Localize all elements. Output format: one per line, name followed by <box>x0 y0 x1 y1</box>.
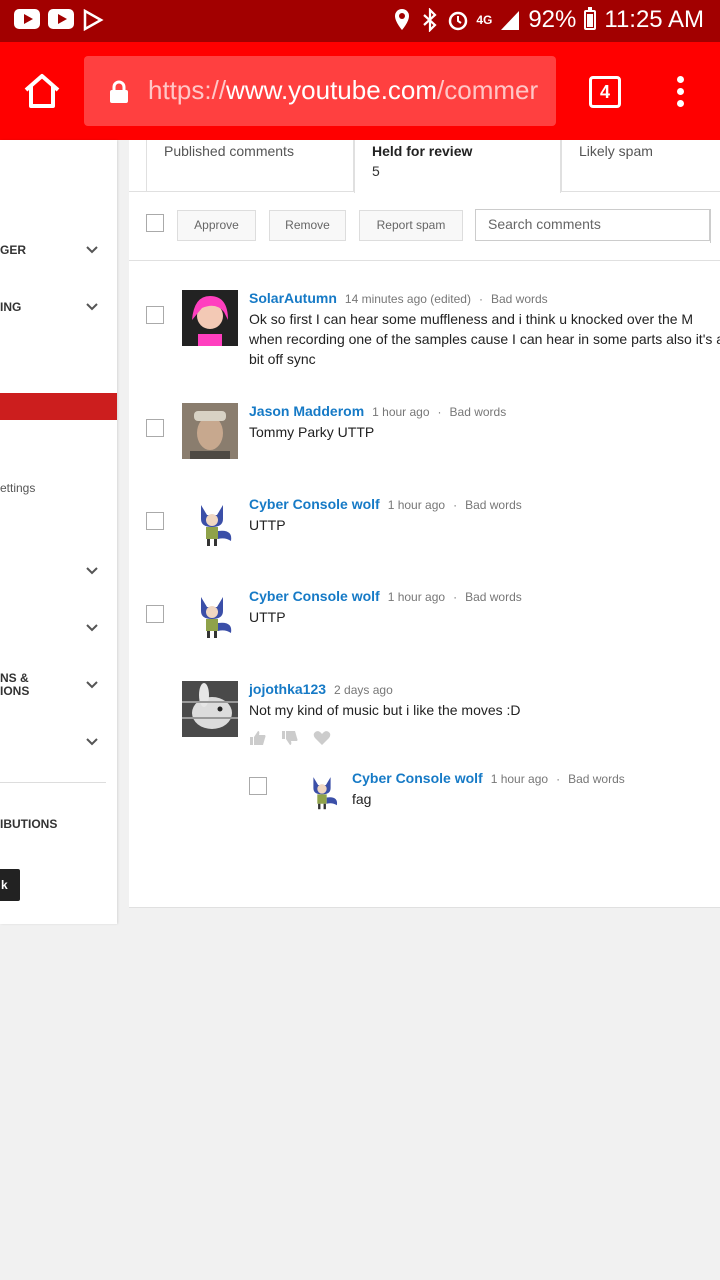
approve-button[interactable]: Approve <box>177 210 256 241</box>
chevron-down-icon[interactable] <box>86 303 98 311</box>
youtube-notification-icon <box>48 9 74 29</box>
comment-flag: Bad words <box>568 772 625 786</box>
play-store-icon <box>83 9 104 31</box>
location-icon <box>395 9 410 30</box>
network-type: 4G <box>476 13 493 27</box>
comment-author[interactable]: Jason Madderom <box>249 403 364 419</box>
bluetooth-icon <box>423 8 437 32</box>
comment-checkbox[interactable] <box>146 419 164 437</box>
comment-checkbox[interactable] <box>249 777 267 795</box>
comment-checkbox[interactable] <box>146 605 164 623</box>
comment-text: Ok so first I can hear some muffleness a… <box>249 311 720 367</box>
home-icon[interactable] <box>22 72 62 112</box>
chevron-down-icon[interactable] <box>86 567 98 575</box>
comment-flag: Bad words <box>465 498 522 512</box>
comment-author[interactable]: Cyber Console wolf <box>249 496 380 512</box>
comment-author[interactable]: jojothka123 <box>249 681 326 697</box>
sidebar-item-ns[interactable]: NS & <box>0 671 29 685</box>
comment-text: UTTP <box>249 517 286 533</box>
youtube-notification-icon <box>14 9 40 29</box>
avatar[interactable] <box>182 681 238 737</box>
comment-flag: Bad words <box>490 292 548 306</box>
avatar[interactable] <box>304 774 340 810</box>
sidebar-item-settings[interactable]: ettings <box>0 481 35 495</box>
comment-text: UTTP <box>249 609 286 625</box>
comment-checkbox[interactable] <box>146 512 164 530</box>
comment-time[interactable]: 1 hour ago <box>491 772 548 786</box>
bulk-actions-bar: Approve Remove Report spam Search commen… <box>129 192 720 261</box>
battery-percent: 92% <box>528 6 577 33</box>
clock: 11:25 AM <box>604 6 704 33</box>
comment-time[interactable]: 2 days ago <box>334 683 393 697</box>
avatar[interactable] <box>182 403 238 459</box>
tab-likely-spam[interactable]: Likely spam <box>561 140 720 192</box>
thumbs-up-icon[interactable] <box>249 730 267 746</box>
sidebar-feedback-button[interactable]: k <box>0 869 20 901</box>
sidebar-item-ger[interactable]: GER <box>0 243 26 257</box>
overflow-menu-icon[interactable] <box>674 76 686 110</box>
sidebar-item-ions[interactable]: IONS <box>0 684 29 698</box>
chevron-down-icon[interactable] <box>86 681 98 689</box>
remove-button[interactable]: Remove <box>269 210 346 241</box>
comment-flag: Bad words <box>449 405 507 419</box>
url-text: https://www.youtube.com/commer <box>148 75 539 105</box>
status-bar: 4G 92% 11:25 AM <box>0 0 720 42</box>
alarm-icon <box>449 11 468 31</box>
comment-reactions <box>249 730 521 746</box>
comment-flag: Bad words <box>465 590 522 604</box>
tab-switcher-button[interactable]: 4 <box>589 76 621 108</box>
comment-text: Tommy Parky UTTP <box>249 424 375 440</box>
select-all-checkbox[interactable] <box>146 214 164 232</box>
report-spam-button[interactable]: Report spam <box>359 210 463 241</box>
comment-text: fag <box>352 791 372 807</box>
sidebar-item-contributions[interactable]: IBUTIONS <box>0 817 57 831</box>
chevron-down-icon[interactable] <box>86 624 98 632</box>
comment-author[interactable]: SolarAutumn <box>249 290 337 306</box>
comment-author[interactable]: Cyber Console wolf <box>352 770 483 786</box>
comment-text: Not my kind of music but i like the move… <box>249 702 521 718</box>
battery-icon <box>584 7 597 30</box>
comment-time[interactable]: 1 hour ago <box>388 590 445 604</box>
sidebar-item-ing[interactable]: ING <box>0 300 21 314</box>
chevron-down-icon[interactable] <box>86 246 98 254</box>
browser-toolbar: https://www.youtube.com/commer 4 <box>0 42 720 140</box>
sidebar-divider <box>0 782 106 783</box>
avatar[interactable] <box>189 501 235 547</box>
sidebar-item-active[interactable] <box>0 393 117 420</box>
avatar[interactable] <box>182 290 238 346</box>
address-bar[interactable]: https://www.youtube.com/commer <box>84 56 556 126</box>
comments-panel: Published comments Held for review 5 Like… <box>129 140 720 908</box>
chevron-down-icon[interactable] <box>86 738 98 746</box>
comment-tabs: Published comments Held for review 5 Like… <box>129 140 720 193</box>
tab-published-comments[interactable]: Published comments <box>146 140 354 192</box>
held-count: 5 <box>372 163 380 179</box>
sidebar: GER ING ettings NS & IONS IBUTIONS k <box>0 140 117 924</box>
comment-checkbox[interactable] <box>146 306 164 324</box>
avatar[interactable] <box>189 593 235 639</box>
search-button[interactable] <box>710 209 713 243</box>
comment-author[interactable]: Cyber Console wolf <box>249 588 380 604</box>
lock-icon <box>110 80 128 103</box>
signal-icon <box>501 11 520 30</box>
thumbs-down-icon[interactable] <box>281 730 299 746</box>
comment-time[interactable]: 1 hour ago <box>388 498 445 512</box>
comment-time[interactable]: 14 minutes ago (edited) <box>345 292 471 306</box>
tab-held-for-review[interactable]: Held for review 5 <box>354 140 561 193</box>
heart-icon[interactable] <box>313 730 331 746</box>
search-input[interactable]: Search comments <box>475 209 710 241</box>
comment-time[interactable]: 1 hour ago <box>372 405 429 419</box>
